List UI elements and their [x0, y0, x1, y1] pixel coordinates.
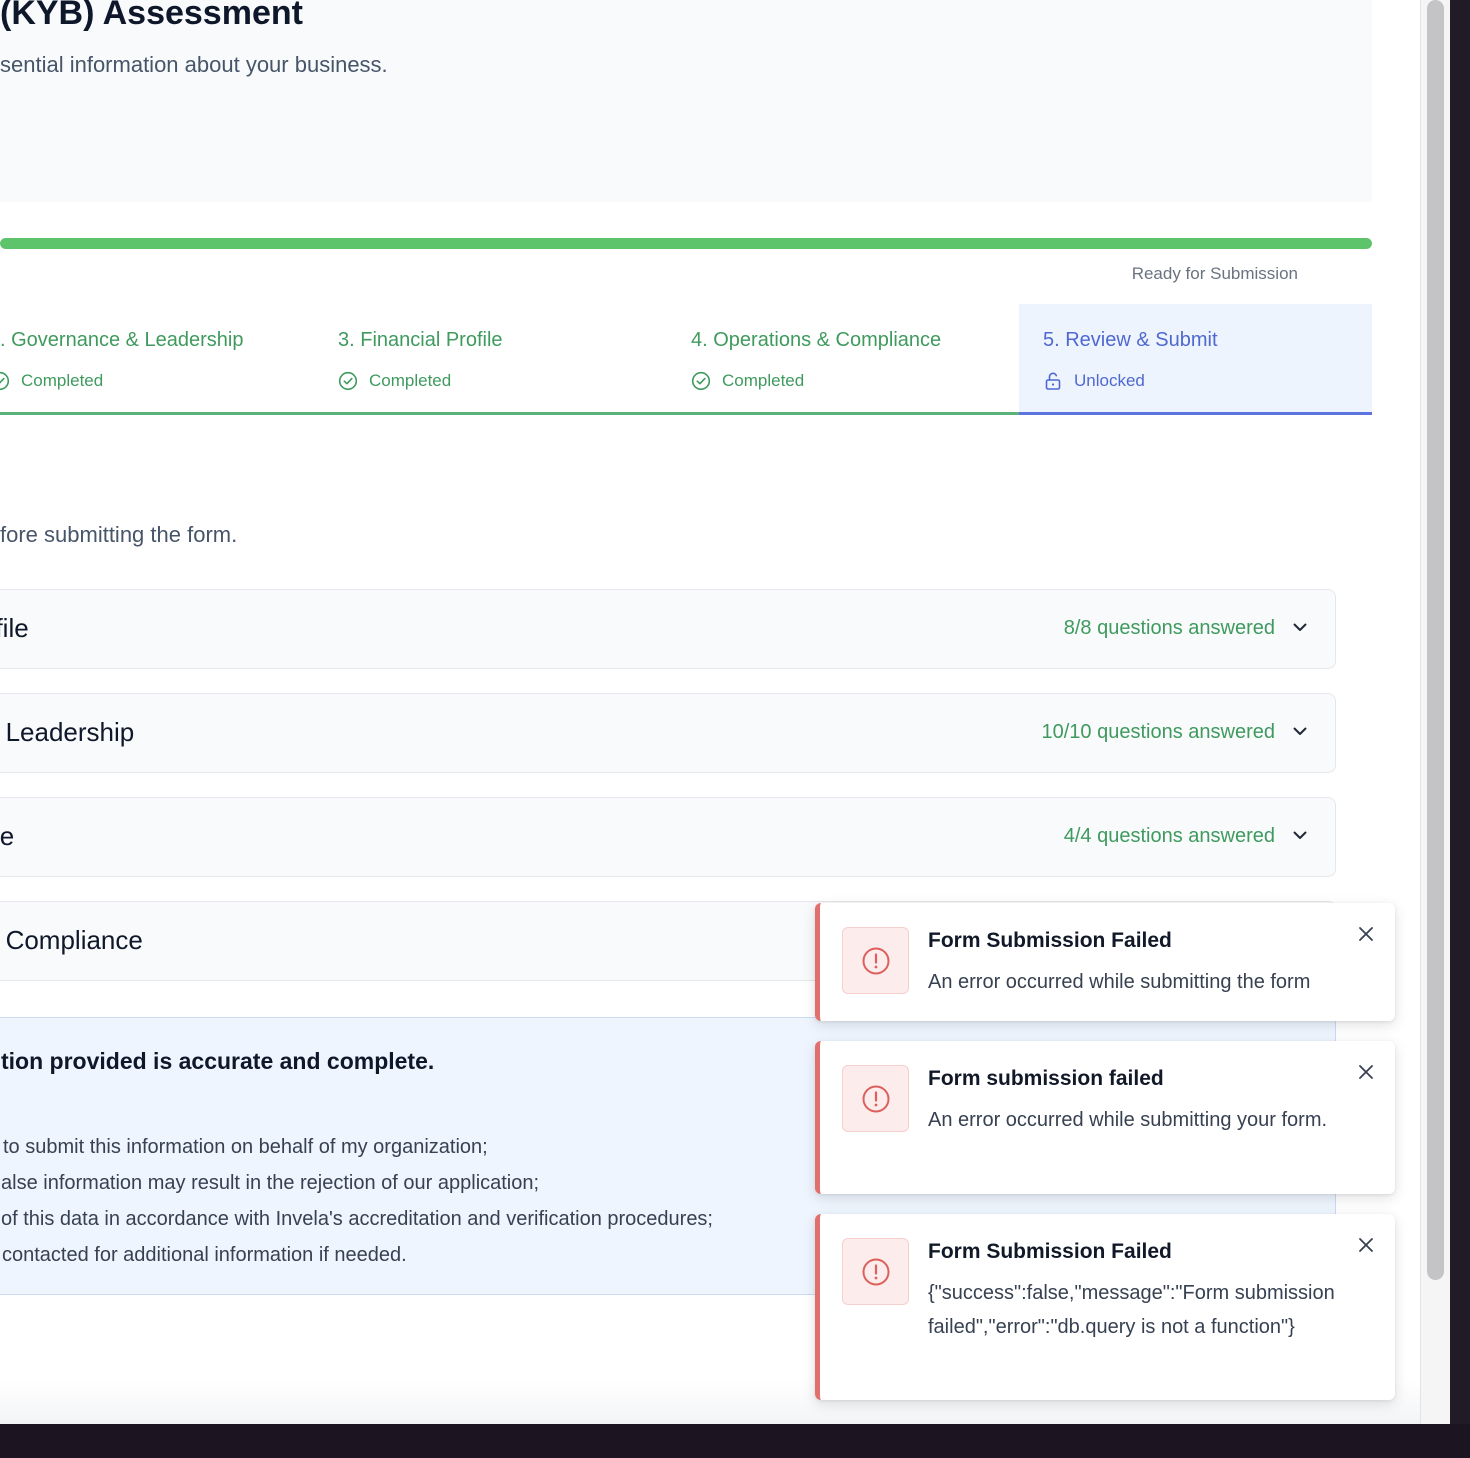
chevron-down-icon[interactable]: [1291, 826, 1309, 849]
page-header: (KYB) Assessment sential information abo…: [0, 0, 1372, 202]
agreement-item: to submit this information on behalf of …: [3, 1136, 488, 1158]
section-title: ofile: [0, 613, 29, 643]
section-answer-count: 4/4 questions answered: [1063, 825, 1275, 847]
step-status-text: Completed: [722, 371, 805, 390]
step-status: Completed: [338, 371, 451, 391]
progress-bar-fill: [0, 238, 1372, 249]
step-status-text: Unlocked: [1074, 371, 1145, 390]
review-section-governance-leadership[interactable]: & Leadership 10/10 questions answered: [0, 693, 1336, 773]
step-label: 5. Review & Submit: [1043, 329, 1218, 351]
toast-error: Form submission failed An error occurred…: [815, 1041, 1395, 1194]
section-title: file: [0, 821, 15, 851]
step-status: Unlocked: [1043, 371, 1145, 391]
toast-message: {"success":false,"message":"Form submiss…: [928, 1282, 1335, 1338]
scrollbar-thumb[interactable]: [1427, 0, 1444, 1280]
agreement-item: alse information may result in the rejec…: [1, 1172, 540, 1194]
alert-circle-icon: [842, 927, 909, 994]
step-status-text: Completed: [21, 371, 104, 390]
step-status: Completed: [691, 371, 804, 391]
review-description: fore submitting the form.: [0, 522, 238, 547]
section-answer-count: 8/8 questions answered: [1063, 617, 1275, 639]
toast-title: Form submission failed: [928, 1067, 1164, 1090]
step-label: . Governance & Leadership: [0, 329, 244, 351]
section-answer-count: 10/10 questions answered: [1041, 721, 1276, 743]
toast-title: Form Submission Failed: [928, 1240, 1172, 1263]
step-tabs: . Governance & Leadership Completed 3. F…: [0, 304, 1372, 415]
tab-review-submit[interactable]: 5. Review & Submit Unlocked: [1019, 304, 1372, 415]
step-label: 3. Financial Profile: [338, 329, 503, 351]
toast-title: Form Submission Failed: [928, 929, 1172, 952]
app-window: (KYB) Assessment sential information abo…: [0, 0, 1450, 1424]
close-icon[interactable]: [1357, 1236, 1375, 1259]
desktop-frame: [0, 1424, 1470, 1458]
step-status-text: Completed: [369, 371, 452, 390]
step-status: Completed: [0, 371, 103, 391]
tab-governance-leadership[interactable]: . Governance & Leadership Completed: [0, 304, 320, 415]
agreement-heading: tion provided is accurate and complete.: [1, 1048, 435, 1074]
agreement-item: contacted for additional information if …: [2, 1244, 407, 1266]
close-icon[interactable]: [1357, 925, 1375, 948]
step-label: 4. Operations & Compliance: [691, 329, 942, 351]
check-circle-icon: [691, 371, 711, 391]
toast-message: An error occurred while submitting your …: [928, 1109, 1328, 1131]
alert-circle-icon: [842, 1238, 909, 1305]
alert-circle-icon: [842, 1065, 909, 1132]
check-circle-icon: [0, 371, 10, 391]
toast-message: An error occurred while submitting the f…: [928, 971, 1311, 993]
check-circle-icon: [338, 371, 358, 391]
section-title: & Leadership: [0, 717, 135, 747]
tab-financial-profile[interactable]: 3. Financial Profile Completed: [320, 304, 672, 415]
tab-operations-compliance[interactable]: 4. Operations & Compliance Completed: [672, 304, 1019, 415]
review-section-company-profile[interactable]: ofile 8/8 questions answered: [0, 589, 1336, 669]
toast-error: Form Submission Failed {"success":false,…: [815, 1214, 1395, 1400]
page-subtitle: sential information about your business.: [0, 52, 388, 77]
review-section-financial-profile[interactable]: file 4/4 questions answered: [0, 797, 1336, 877]
progress-status: Ready for Submission: [1131, 264, 1298, 283]
chevron-down-icon[interactable]: [1291, 722, 1309, 745]
page-title: (KYB) Assessment: [0, 0, 303, 32]
close-icon[interactable]: [1357, 1063, 1375, 1086]
desktop-frame: [1450, 0, 1470, 1458]
progress-bar: [0, 238, 1372, 249]
unlock-icon: [1043, 371, 1063, 391]
toast-error: Form Submission Failed An error occurred…: [815, 903, 1395, 1021]
section-title: & Compliance: [0, 925, 143, 955]
agreement-item: of this data in accordance with Invela's…: [1, 1208, 713, 1230]
chevron-down-icon[interactable]: [1291, 618, 1309, 641]
